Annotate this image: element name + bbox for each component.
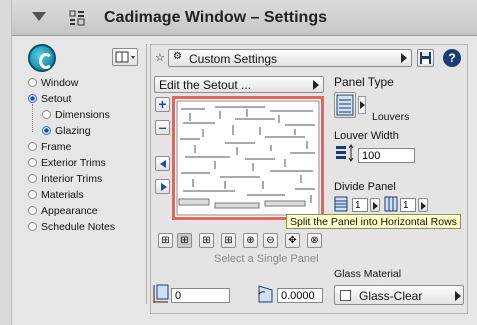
glass-material-value: Glass-Clear: [359, 289, 423, 303]
dropdown-arrow-icon: [313, 80, 319, 90]
plus-icon: +: [158, 96, 167, 112]
add-panel-button[interactable]: +: [155, 97, 170, 112]
save-icon: [420, 52, 431, 64]
radio-icon: [28, 142, 37, 151]
arrow-right-icon: [161, 183, 167, 191]
radio-icon: [28, 174, 37, 183]
toolbar-hint: Select a Single Panel: [214, 253, 319, 265]
settings-value: Custom Settings: [189, 52, 278, 66]
setout-menu-label: Edit the Setout ...: [159, 78, 252, 92]
tree-connector: [32, 104, 33, 132]
help-icon[interactable]: ?: [443, 49, 461, 67]
sidebar-item-appearance[interactable]: Appearance: [28, 205, 98, 219]
louver-width-icon: [336, 144, 354, 162]
zoom-fit-tool[interactable]: ⊗: [307, 233, 322, 248]
material-swatch-icon: [340, 290, 351, 301]
sidebar-item-glazing[interactable]: Glazing: [42, 125, 91, 139]
settings-link-icon: ⚙: [173, 51, 182, 62]
glass-material-dropdown[interactable]: Glass-Clear: [334, 285, 464, 305]
zoom-in-tool[interactable]: ⊕: [243, 233, 258, 248]
grid-settings-icon: [69, 10, 85, 26]
louvers-icon: [336, 94, 354, 116]
radio-selected-icon: [42, 126, 51, 135]
window-preview-icon: [115, 51, 135, 63]
divide-rows-stepper[interactable]: [370, 198, 380, 212]
arrow-right-icon: [373, 202, 378, 210]
panel-type-button[interactable]: [334, 92, 356, 118]
sidebar-item-dimensions[interactable]: Dimensions: [42, 109, 110, 123]
sidebar-item-exterior-trims[interactable]: Exterior Trims: [28, 157, 106, 171]
divide-rows-input[interactable]: [352, 198, 368, 212]
angle-input[interactable]: [277, 288, 323, 303]
collapse-triangle-icon[interactable]: [32, 12, 46, 21]
grid-selected-icon: ⊞: [180, 235, 189, 246]
divide-columns-stepper[interactable]: [418, 198, 428, 212]
louver-preview-drawing: [176, 100, 320, 216]
sidebar-item-schedule-notes[interactable]: Schedule Notes: [28, 221, 115, 235]
radio-icon: [28, 222, 37, 231]
sidebar-item-interior-trims[interactable]: Interior Trims: [28, 173, 102, 187]
panel-type-label: Panel Type: [334, 75, 394, 89]
panel-type-picker[interactable]: [358, 96, 366, 114]
grid-row-icon: ⊞: [202, 235, 211, 246]
arrow-right-icon: [421, 202, 426, 210]
zoom-out-icon: ⊖: [266, 235, 275, 246]
select-row-tool[interactable]: ⊞: [199, 233, 214, 248]
divide-columns-icon: [384, 196, 398, 212]
remove-panel-button[interactable]: –: [155, 120, 170, 135]
angle-icon: [258, 285, 273, 303]
zoom-in-icon: ⊕: [246, 235, 255, 246]
view-mode-button[interactable]: [112, 48, 138, 66]
setout-preview-canvas[interactable]: [172, 96, 324, 220]
arrow-right-icon: [360, 101, 365, 109]
sidebar-divider: [146, 44, 147, 304]
grid-column-icon: ⊞: [224, 235, 233, 246]
window-title: Cadimage Window – Settings: [104, 9, 327, 26]
louver-width-input[interactable]: [358, 148, 415, 163]
divide-columns-input[interactable]: [400, 198, 416, 212]
dropdown-arrow-icon: [401, 53, 407, 63]
pan-tool[interactable]: ✥: [285, 233, 300, 248]
setout-dropdown[interactable]: Edit the Setout ...: [154, 76, 324, 93]
left-edge-strip: [0, 0, 12, 325]
grid-icon: ⊞: [161, 235, 170, 246]
offset-icon: [153, 284, 169, 303]
next-panel-button[interactable]: [155, 179, 170, 194]
divide-rows-icon: [334, 196, 348, 212]
sidebar-item-materials[interactable]: Materials: [28, 189, 84, 203]
zoom-out-tool[interactable]: ⊖: [263, 233, 278, 248]
tooltip: Split the Panel into Horizontal Rows: [286, 214, 461, 229]
radio-icon: [28, 78, 37, 87]
radio-icon: [42, 110, 51, 119]
minus-icon: –: [158, 119, 167, 135]
radio-icon: [28, 190, 37, 199]
louver-width-label: Louver Width: [334, 130, 399, 142]
arrow-left-icon: [160, 160, 166, 168]
panel-type-value: Louvers: [372, 111, 410, 123]
zoom-fit-icon: ⊗: [310, 235, 319, 246]
window-header: Cadimage Window – Settings: [12, 0, 477, 36]
settings-dropdown[interactable]: ⚙ Custom Settings: [168, 49, 412, 67]
radio-selected-icon: [28, 94, 37, 103]
sidebar-item-setout[interactable]: Setout: [28, 93, 71, 107]
select-panel-tool[interactable]: ⊞: [177, 233, 192, 248]
favorite-star-icon[interactable]: ☆: [155, 51, 167, 65]
sidebar-item-frame[interactable]: Frame: [28, 141, 71, 155]
radio-icon: [28, 158, 37, 167]
save-settings-button[interactable]: [417, 49, 434, 67]
sidebar-item-window[interactable]: Window: [28, 77, 78, 91]
dropdown-arrow-icon: [455, 291, 461, 301]
radio-icon: [28, 206, 37, 215]
select-column-tool[interactable]: ⊞: [221, 233, 236, 248]
pan-icon: ✥: [288, 235, 297, 246]
glass-material-label: Glass Material: [334, 268, 402, 280]
offset-input[interactable]: [171, 288, 230, 303]
divide-panel-label: Divide Panel: [334, 181, 396, 193]
cadimage-logo: [28, 44, 56, 72]
previous-panel-button[interactable]: [155, 156, 170, 171]
select-all-tool[interactable]: ⊞: [158, 233, 173, 248]
